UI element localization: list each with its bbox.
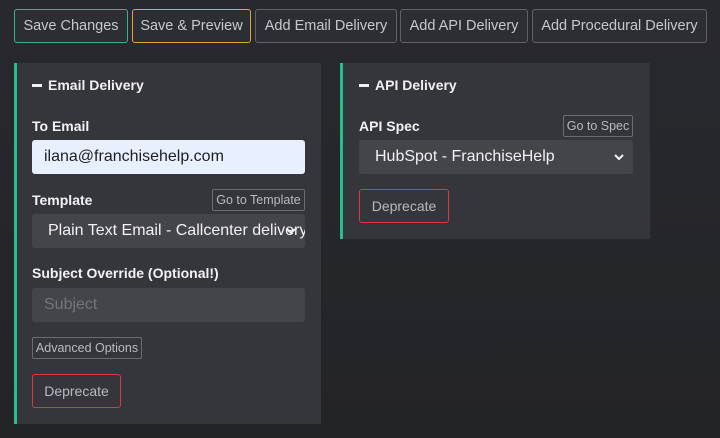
email-delivery-title: Email Delivery bbox=[48, 77, 144, 93]
add-procedural-delivery-button[interactable]: Add Procedural Delivery bbox=[532, 9, 707, 43]
go-to-template-button[interactable]: Go to Template bbox=[212, 189, 305, 211]
email-delivery-header[interactable]: Email Delivery bbox=[32, 77, 144, 93]
api-delivery-header[interactable]: API Delivery bbox=[359, 77, 457, 93]
email-deprecate-button[interactable]: Deprecate bbox=[32, 374, 121, 408]
api-delivery-title: API Delivery bbox=[375, 77, 457, 93]
api-deprecate-button[interactable]: Deprecate bbox=[359, 189, 449, 223]
collapse-minus-icon bbox=[359, 83, 369, 87]
email-delivery-card: Email Delivery To Email Template Go to T… bbox=[14, 63, 321, 424]
to-email-field[interactable] bbox=[32, 140, 305, 174]
collapse-minus-icon bbox=[32, 83, 42, 87]
chevron-down-icon bbox=[286, 228, 296, 235]
save-preview-button[interactable]: Save & Preview bbox=[132, 9, 251, 43]
add-api-delivery-button[interactable]: Add API Delivery bbox=[400, 9, 528, 43]
api-spec-select-value: HubSpot - FranchiseHelp bbox=[375, 148, 555, 165]
chevron-down-icon bbox=[614, 154, 624, 161]
go-to-spec-button[interactable]: Go to Spec bbox=[563, 115, 633, 137]
template-label: Template bbox=[32, 192, 93, 208]
subject-input[interactable] bbox=[32, 288, 305, 322]
subject-override-label: Subject Override (Optional!) bbox=[32, 265, 219, 281]
api-delivery-card: API Delivery API Spec Go to Spec HubSpot… bbox=[340, 63, 650, 239]
api-spec-select[interactable]: HubSpot - FranchiseHelp bbox=[359, 140, 633, 174]
template-select-value: Plain Text Email - Callcenter delivery bbox=[48, 222, 305, 239]
to-email-label: To Email bbox=[32, 118, 90, 134]
api-spec-label: API Spec bbox=[359, 118, 420, 134]
add-email-delivery-button[interactable]: Add Email Delivery bbox=[255, 9, 397, 43]
save-changes-button[interactable]: Save Changes bbox=[14, 9, 128, 43]
template-select[interactable]: Plain Text Email - Callcenter delivery bbox=[32, 214, 305, 248]
advanced-options-button[interactable]: Advanced Options bbox=[32, 337, 142, 359]
